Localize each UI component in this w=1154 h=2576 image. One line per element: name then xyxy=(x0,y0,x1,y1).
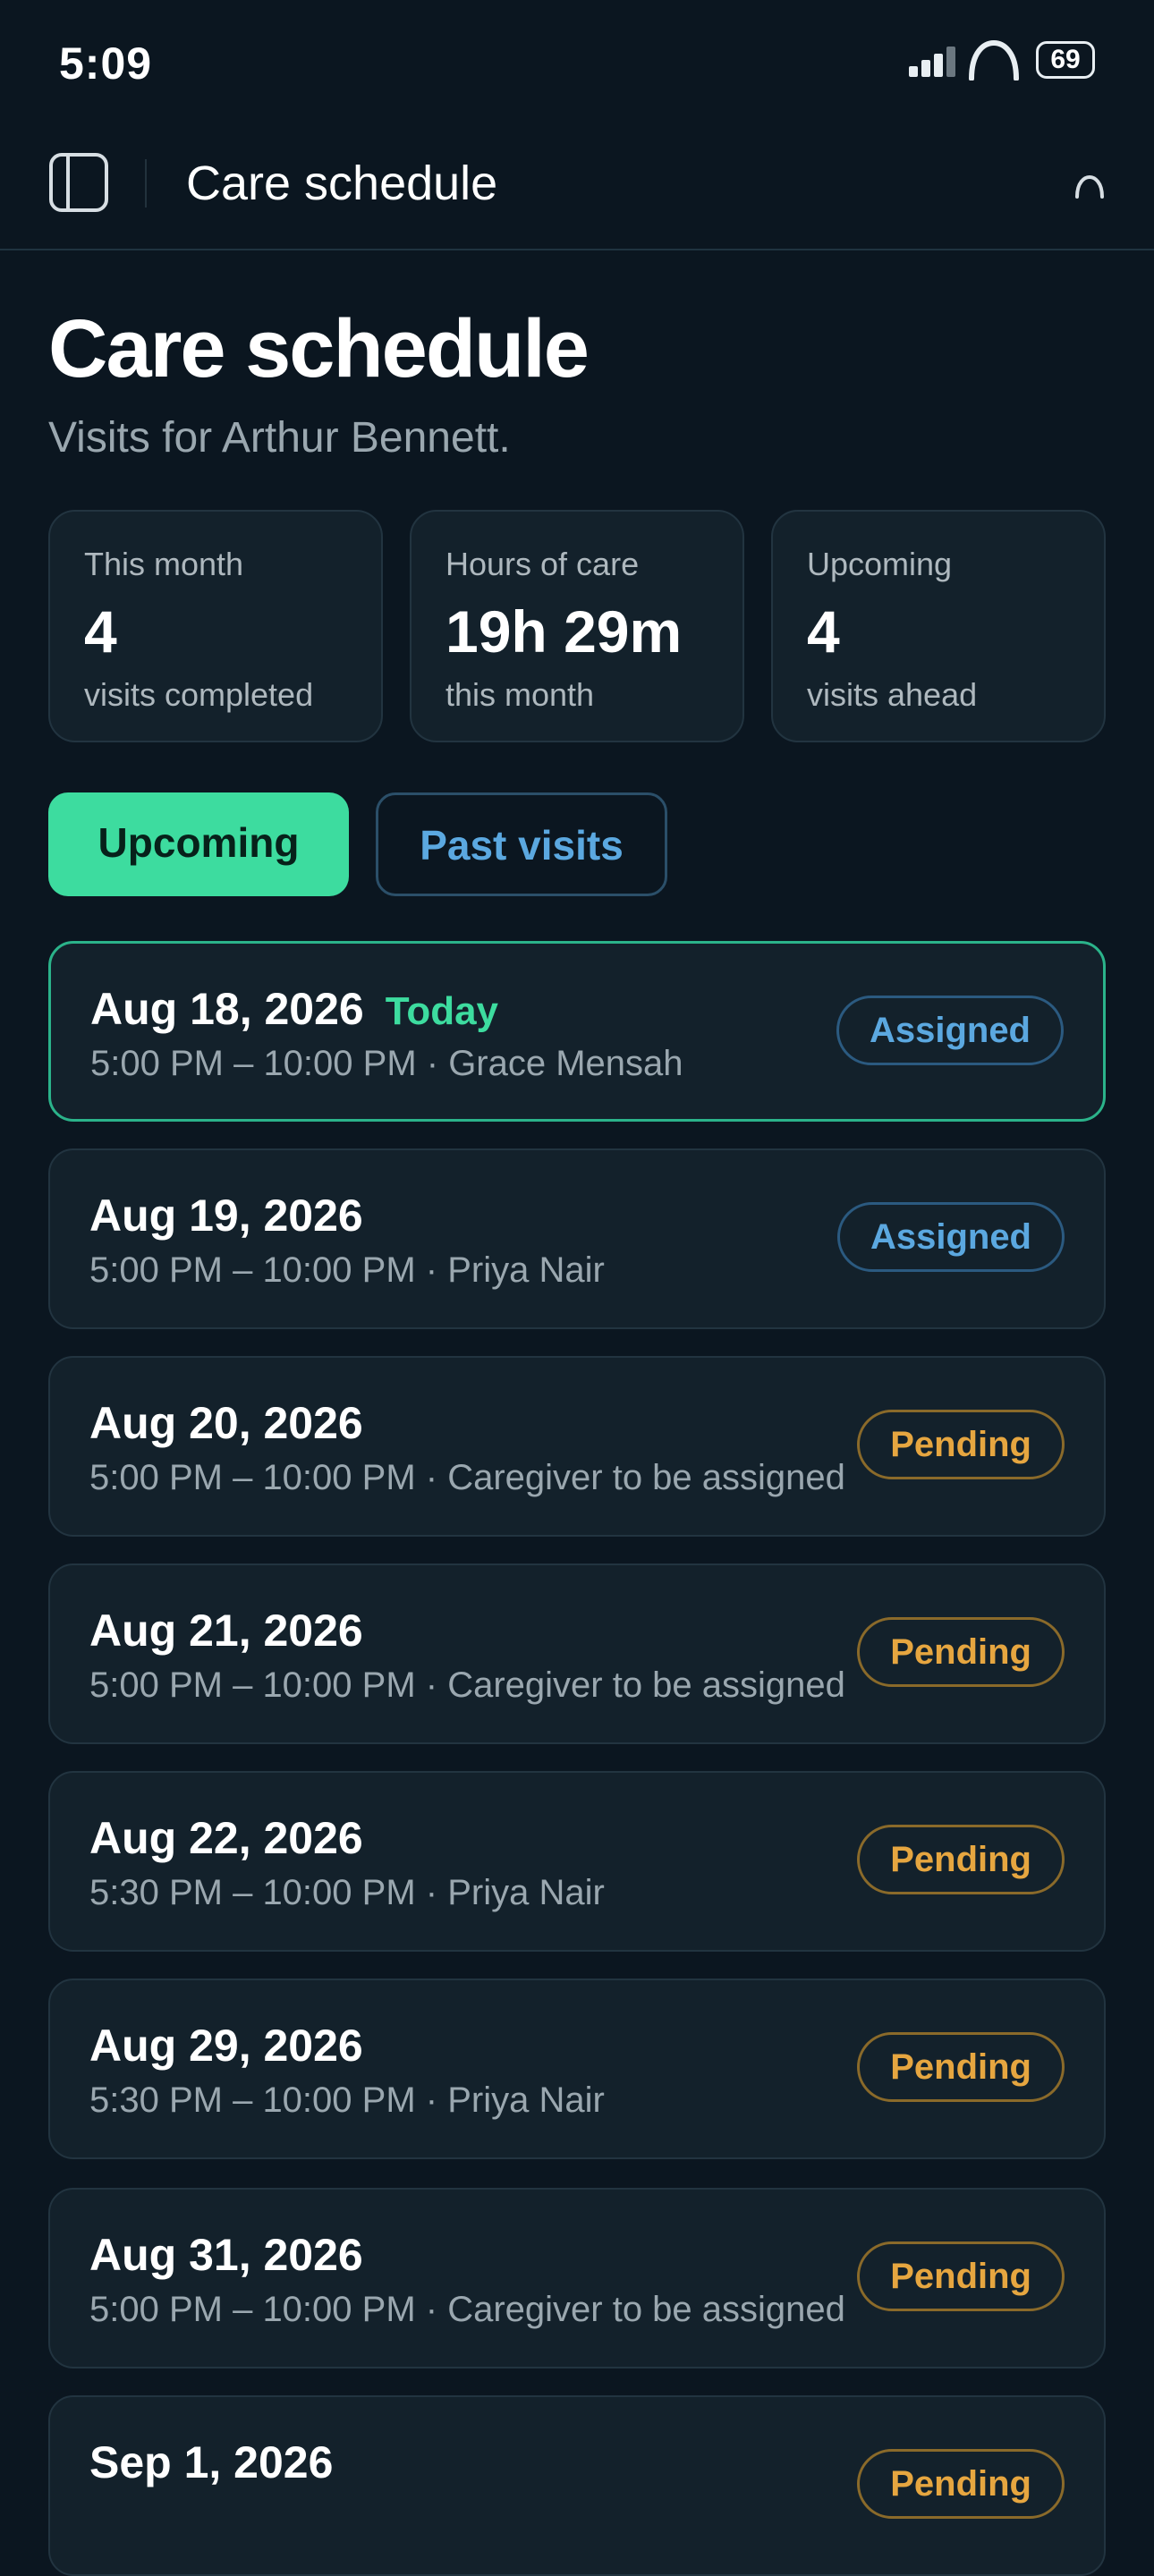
wifi-icon xyxy=(969,39,1019,80)
page-subtitle: Visits for Arthur Bennett. xyxy=(48,414,511,462)
visit-date: Aug 29, 2026 xyxy=(89,2021,363,2071)
stat-value: 19h 29m xyxy=(445,598,683,665)
app-bar: Care schedule xyxy=(0,125,1154,250)
visit-card[interactable]: Aug 19, 2026 5:00 PM – 10:00 PM · Priya … xyxy=(48,1148,1106,1329)
status-time: 5:09 xyxy=(59,38,153,89)
visit-date: Aug 19, 2026 xyxy=(89,1191,363,1241)
app-bar-title: Care schedule xyxy=(186,157,498,210)
status-bar: 5:09 69 xyxy=(0,0,1154,125)
visit-date: Aug 21, 2026 xyxy=(89,1606,363,1656)
visit-date: Aug 18, 2026 xyxy=(90,984,364,1034)
status-badge: Pending xyxy=(857,2032,1065,2102)
status-badge: Assigned xyxy=(836,996,1064,1065)
visit-time-caregiver: 5:00 PM – 10:00 PM · Priya Nair xyxy=(89,1250,605,1290)
battery-icon: 69 xyxy=(1036,41,1095,79)
sidebar-toggle-icon[interactable] xyxy=(48,152,109,213)
visit-card[interactable]: Aug 20, 2026 5:00 PM – 10:00 PM · Caregi… xyxy=(48,1356,1106,1537)
stat-card-hours-of-care: Hours of care 19h 29m this month xyxy=(410,510,744,742)
app-bar-divider xyxy=(145,159,147,208)
stat-value: 4 xyxy=(807,598,840,665)
stat-label: This month xyxy=(84,546,244,582)
status-badge: Pending xyxy=(857,2449,1065,2519)
visit-time-caregiver: 5:00 PM – 10:00 PM · Caregiver to be ass… xyxy=(89,1458,845,1497)
stat-caption: visits completed xyxy=(84,676,314,713)
visit-date: Sep 1, 2026 xyxy=(89,2437,334,2487)
status-badge: Pending xyxy=(857,1410,1065,1479)
stat-label: Upcoming xyxy=(807,546,953,582)
visit-card[interactable]: Aug 22, 2026 5:30 PM – 10:00 PM · Priya … xyxy=(48,1771,1106,1952)
stat-card-this-month: This month 4 visits completed xyxy=(48,510,383,742)
page-title: Care schedule xyxy=(48,303,590,394)
visit-date: Aug 20, 2026 xyxy=(89,1398,363,1448)
visit-card[interactable]: Sep 1, 2026 Pending xyxy=(48,2395,1106,2576)
status-badge: Pending xyxy=(857,1825,1065,1894)
stat-caption: visits ahead xyxy=(807,676,978,713)
stat-value: 4 xyxy=(84,598,117,665)
visit-card[interactable]: Aug 21, 2026 5:00 PM – 10:00 PM · Caregi… xyxy=(48,1563,1106,1744)
visit-time-caregiver: 5:00 PM – 10:00 PM · Caregiver to be ass… xyxy=(89,2290,845,2329)
signal-icon xyxy=(909,47,955,77)
visit-date: Aug 22, 2026 xyxy=(89,1813,363,1863)
visit-time-caregiver: 5:30 PM – 10:00 PM · Priya Nair xyxy=(89,2080,605,2120)
status-badge: Pending xyxy=(857,2241,1065,2311)
tab-upcoming[interactable]: Upcoming xyxy=(48,792,349,896)
stat-caption: this month xyxy=(445,676,595,713)
stat-label: Hours of care xyxy=(445,546,640,582)
visit-time-caregiver: 5:00 PM – 10:00 PM · Grace Mensah xyxy=(90,1044,683,1083)
loading-spinner-icon xyxy=(1075,174,1104,199)
visit-date-row: Aug 18, 2026 Today xyxy=(90,983,498,1035)
tab-past-visits[interactable]: Past visits xyxy=(376,792,667,896)
visit-card[interactable]: Aug 18, 2026 Today 5:00 PM – 10:00 PM · G… xyxy=(48,941,1106,1122)
stat-card-upcoming: Upcoming 4 visits ahead xyxy=(771,510,1106,742)
visit-date: Aug 31, 2026 xyxy=(89,2230,363,2280)
status-badge: Assigned xyxy=(836,1202,1065,1272)
visit-card[interactable]: Aug 31, 2026 5:00 PM – 10:00 PM · Caregi… xyxy=(48,2188,1106,2368)
status-badge: Pending xyxy=(857,1617,1065,1687)
visit-time-caregiver: 5:00 PM – 10:00 PM · Caregiver to be ass… xyxy=(89,1665,845,1705)
today-label: Today xyxy=(385,989,499,1033)
visit-time-caregiver: 5:30 PM – 10:00 PM · Priya Nair xyxy=(89,1873,605,1912)
visit-card[interactable]: Aug 29, 2026 5:30 PM – 10:00 PM · Priya … xyxy=(48,1979,1106,2159)
